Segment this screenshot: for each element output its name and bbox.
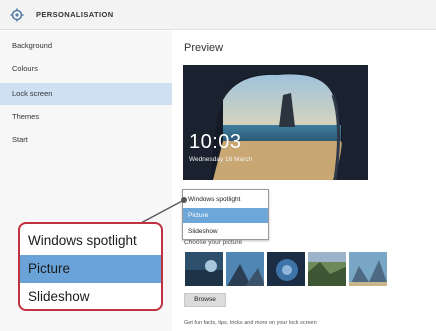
lock-time: 10:03 xyxy=(189,131,242,153)
background-dropdown-menu[interactable]: Windows spotlight Picture Slideshow xyxy=(182,189,269,240)
sidebar-item-lock-screen[interactable]: Lock screen xyxy=(0,83,172,105)
sidebar-item-themes[interactable]: Themes xyxy=(0,106,172,128)
lock-date: Wednesday 16 March xyxy=(189,156,253,163)
choose-picture-label: Choose your picture xyxy=(184,239,243,246)
window-title: PERSONALISATION xyxy=(36,10,114,19)
sidebar-item-background[interactable]: Background xyxy=(0,35,172,57)
gear-icon xyxy=(10,8,24,22)
zoom-callout: Windows spotlight Picture Slideshow xyxy=(18,222,163,311)
callout-option-slideshow: Slideshow xyxy=(28,289,90,304)
picture-thumbnail[interactable] xyxy=(266,251,306,287)
title-bar: PERSONALISATION xyxy=(0,0,436,30)
callout-option-picture: Picture xyxy=(20,255,161,283)
lock-screen-preview: 10:03 Wednesday 16 March xyxy=(183,65,368,180)
sidebar-item-colours[interactable]: Colours xyxy=(0,58,172,80)
picture-thumbnail[interactable] xyxy=(184,251,224,287)
dropdown-option-windows-spotlight[interactable]: Windows spotlight xyxy=(183,192,268,207)
picture-thumbnail[interactable] xyxy=(307,251,347,287)
browse-button[interactable]: Browse xyxy=(184,293,226,307)
dropdown-option-slideshow[interactable]: Slideshow xyxy=(183,224,268,239)
preview-heading: Preview xyxy=(184,42,224,54)
dropdown-option-picture[interactable]: Picture xyxy=(183,208,268,223)
callout-option-windows-spotlight: Windows spotlight xyxy=(28,233,137,248)
sidebar-item-start[interactable]: Start xyxy=(0,129,172,151)
picture-thumbnail[interactable] xyxy=(225,251,265,287)
picture-thumbnail[interactable] xyxy=(348,251,388,287)
lock-screen-tips-text: Get fun facts, tips, tricks and more on … xyxy=(184,320,317,326)
